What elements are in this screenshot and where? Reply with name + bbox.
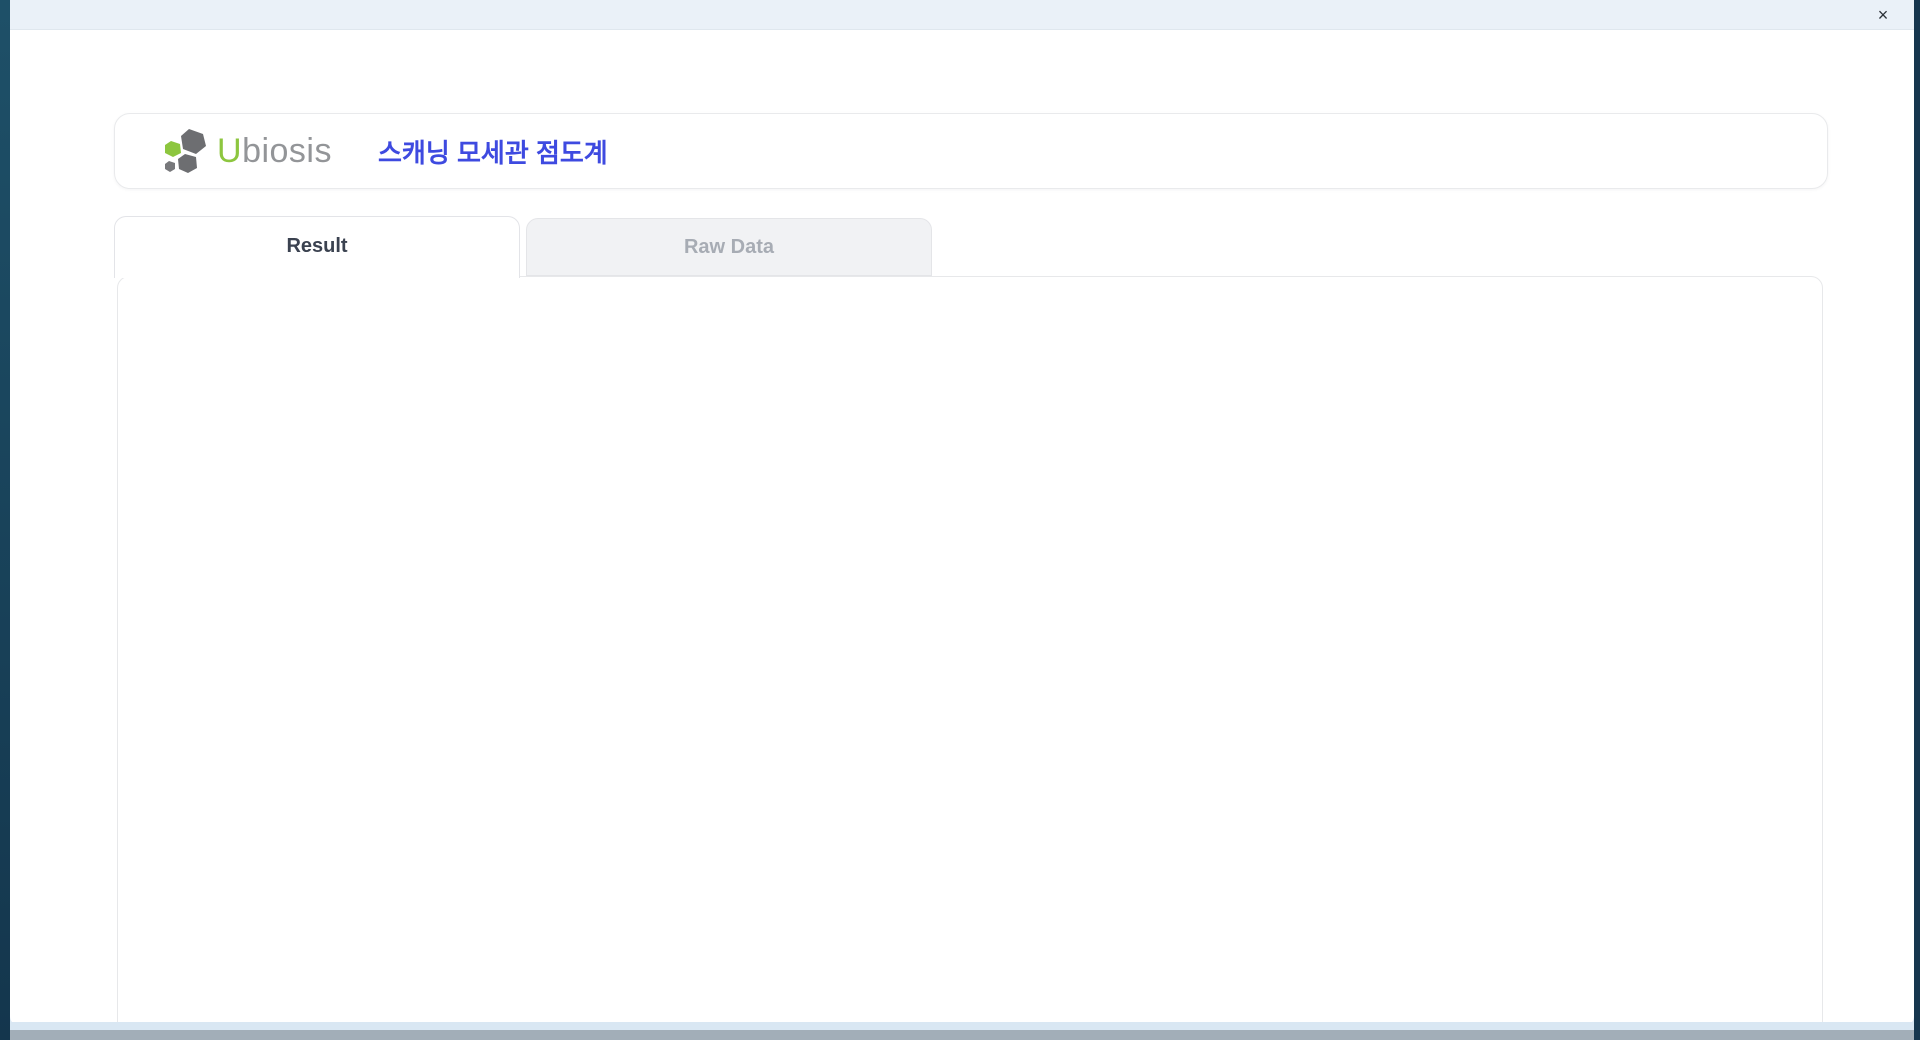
desktop-left-strip [0, 0, 10, 1040]
brand-u: U [217, 131, 243, 170]
ubiosis-logo: Ubiosis [159, 127, 332, 175]
app-window: Ubiosis 스캐닝 모세관 점도계 Result Raw Data File… [10, 30, 1914, 1040]
brand-rest: biosis [242, 131, 332, 170]
ubiosis-hexagon-logo-icon [159, 127, 211, 175]
header-card: Ubiosis 스캐닝 모세관 점도계 [114, 113, 1828, 189]
tab-result[interactable]: Result [114, 216, 520, 278]
brand-text: Ubiosis [217, 132, 332, 171]
desktop-right-strip [1914, 0, 1920, 1040]
taskbar-strip [0, 1030, 1920, 1040]
app-title: 스캐닝 모세관 점도계 [378, 137, 608, 168]
tab-raw-data[interactable]: Raw Data [526, 218, 932, 276]
close-icon[interactable]: × [1870, 4, 1896, 26]
content-card [117, 276, 1823, 1040]
window-titlebar: × [10, 0, 1914, 30]
